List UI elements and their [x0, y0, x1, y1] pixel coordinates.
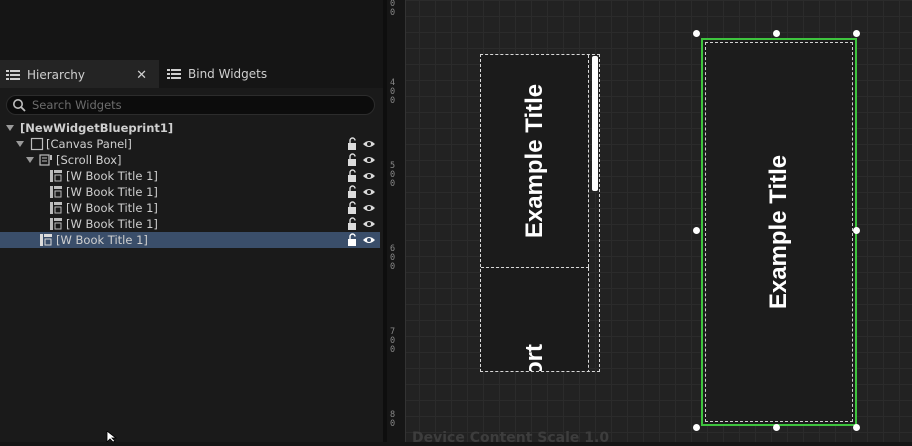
widget-title-text: Example Title	[765, 154, 792, 310]
mouse-cursor-icon	[106, 431, 118, 442]
visibility-eye-icon[interactable]	[362, 234, 376, 246]
tree-row-label: [Canvas Panel]	[46, 137, 132, 151]
unlock-icon[interactable]	[345, 201, 359, 215]
list-icon	[6, 70, 20, 80]
ruler-label: 80	[390, 410, 396, 429]
ruler-label: 00	[390, 0, 396, 18]
ruler-label: 600	[390, 244, 396, 272]
visibility-eye-icon[interactable]	[362, 154, 376, 166]
tree-row-book-title[interactable]: [W Book Title 1]	[0, 216, 380, 232]
search-input[interactable]	[32, 98, 352, 112]
tree-row-label: [W Book Title 1]	[56, 233, 148, 247]
collapse-arrow-icon[interactable]	[26, 157, 34, 163]
user-widget-icon	[40, 234, 52, 246]
collapse-arrow-icon[interactable]	[16, 141, 24, 147]
tab-bar: Hierarchy ✕ Bind Widgets	[0, 60, 383, 88]
tree-row-book-title[interactable]: [W Book Title 1]	[0, 200, 380, 216]
tree-row-label: [W Book Title 1]	[66, 201, 158, 215]
widget-title-text: Example Title	[520, 83, 548, 239]
user-widget-icon	[50, 202, 62, 214]
search-box[interactable]	[6, 95, 375, 115]
widget-title-text-partial: ort	[521, 344, 548, 372]
resize-handle[interactable]	[853, 424, 860, 431]
visibility-eye-icon[interactable]	[362, 202, 376, 214]
book-title-widget[interactable]: Example Title	[481, 55, 589, 267]
unlock-icon[interactable]	[345, 137, 359, 151]
book-title-widget[interactable]: ort	[481, 268, 589, 372]
list-icon	[167, 69, 181, 79]
ruler-label: 400	[390, 78, 396, 106]
search-icon	[13, 99, 26, 112]
user-widget-icon	[50, 170, 62, 182]
resize-handle[interactable]	[693, 424, 700, 431]
scroll-box-preview[interactable]: Example Title ort	[480, 54, 600, 372]
user-widget-icon	[50, 186, 62, 198]
resize-handle[interactable]	[693, 227, 700, 234]
tree-row-root[interactable]: [NewWidgetBlueprint1]	[0, 120, 380, 136]
unlock-icon[interactable]	[345, 217, 359, 231]
ruler-label: 700	[390, 327, 396, 355]
resize-handle[interactable]	[773, 424, 780, 431]
visibility-eye-icon[interactable]	[362, 186, 376, 198]
resize-handle[interactable]	[693, 30, 700, 37]
resize-handle[interactable]	[773, 30, 780, 37]
tab-bind-widgets[interactable]: Bind Widgets	[161, 60, 301, 88]
visibility-eye-icon[interactable]	[362, 170, 376, 182]
unlock-icon[interactable]	[345, 233, 359, 247]
visibility-eye-icon[interactable]	[362, 218, 376, 230]
unlock-icon[interactable]	[345, 169, 359, 183]
unlock-icon[interactable]	[345, 185, 359, 199]
tab-bind-widgets-label: Bind Widgets	[188, 67, 268, 81]
close-icon[interactable]: ✕	[136, 68, 147, 83]
collapse-arrow-icon[interactable]	[6, 125, 14, 131]
unlock-icon[interactable]	[345, 153, 359, 167]
tree-row-label: [NewWidgetBlueprint1]	[20, 121, 174, 135]
dpi-scale-text: Device Content Scale 1.0	[412, 430, 610, 446]
visibility-eye-icon[interactable]	[362, 138, 376, 150]
tree-row-label: [W Book Title 1]	[66, 217, 158, 231]
scrollbar-thumb[interactable]	[592, 56, 598, 191]
tab-hierarchy[interactable]: Hierarchy ✕	[0, 60, 159, 88]
tree-row-label: [W Book Title 1]	[66, 169, 158, 183]
tree-row-canvas-panel[interactable]: [Canvas Panel]	[0, 136, 380, 152]
ruler-label: 500	[390, 161, 396, 189]
panel-header-area	[0, 0, 383, 60]
tree-row-label: [Scroll Box]	[56, 153, 122, 167]
hierarchy-panel: Hierarchy ✕ Bind Widgets [NewWidgetBluep…	[0, 0, 383, 442]
user-widget-icon	[50, 218, 62, 230]
tree-row-scroll-box[interactable]: [Scroll Box]	[0, 152, 380, 168]
tree-row-book-title[interactable]: [W Book Title 1]	[0, 168, 380, 184]
resize-handle[interactable]	[853, 30, 860, 37]
tree-row-book-title-selected[interactable]: [W Book Title 1]	[0, 232, 380, 248]
selected-book-title-widget[interactable]: Example Title	[701, 38, 857, 426]
canvas-panel-icon	[30, 137, 44, 151]
vertical-ruler: 00 400 500 600 700 80	[387, 0, 406, 442]
tree-row-label: [W Book Title 1]	[66, 185, 158, 199]
resize-handle[interactable]	[853, 227, 860, 234]
scroll-box-icon	[39, 154, 52, 166]
tab-hierarchy-label: Hierarchy	[27, 68, 86, 82]
tree-row-book-title[interactable]: [W Book Title 1]	[0, 184, 380, 200]
